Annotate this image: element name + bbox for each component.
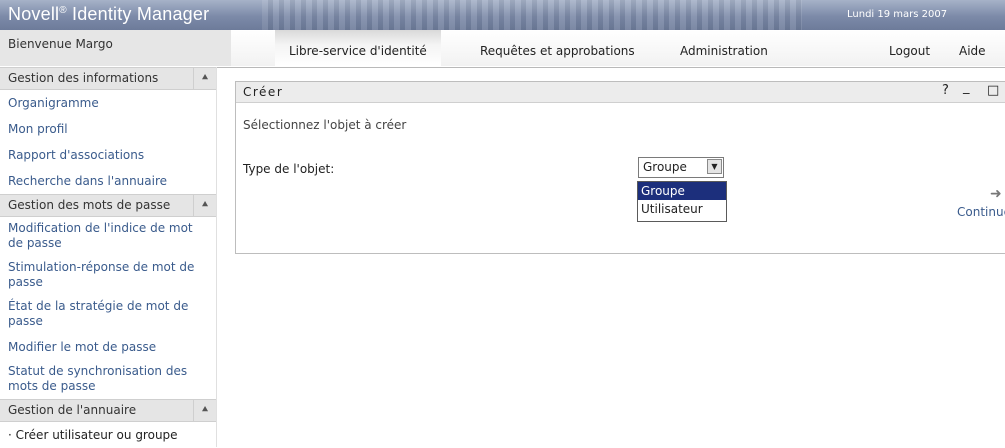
option-utilisateur[interactable]: Utilisateur (638, 200, 726, 218)
welcome-text: Bienvenue Margo (8, 37, 113, 51)
sidebar: Gestion des informations ⯅ Organigramme … (0, 67, 217, 447)
section-header-passwords[interactable]: Gestion des mots de passe ⯅ (0, 194, 216, 217)
help-icon[interactable]: ? (942, 83, 949, 98)
logout-link[interactable]: Logout (889, 44, 930, 58)
sidebar-item-stimulation-reponse[interactable]: Stimulation-réponse de mot de passe (0, 256, 216, 295)
current-date: Lundi 19 mars 2007 (847, 9, 948, 20)
object-type-label: Type de l'objet: (243, 162, 335, 176)
section-header-information[interactable]: Gestion des informations ⯅ (0, 67, 216, 90)
select-value: Groupe (643, 160, 687, 174)
create-panel: Créer ? _ □ Sélectionnez l'objet à créer… (235, 80, 1005, 254)
sidebar-item-modifier-mot-de-passe[interactable]: Modifier le mot de passe (0, 334, 216, 360)
help-link[interactable]: Aide (959, 44, 986, 58)
chevron-down-icon[interactable]: ▼ (707, 159, 722, 174)
sidebar-item-mon-profil[interactable]: Mon profil (0, 116, 216, 142)
top-navigation: Bienvenue Margo Libre-service d'identité… (0, 30, 1005, 68)
maximize-icon[interactable]: □ (987, 83, 999, 98)
sidebar-item-creer-utilisateur-groupe[interactable]: · Créer utilisateur ou groupe (0, 422, 216, 448)
section-title: Gestion des informations (8, 71, 159, 85)
sidebar-item-etat-strategie[interactable]: État de la stratégie de mot de passe (0, 295, 216, 334)
section-header-directory[interactable]: Gestion de l'annuaire ⯅ (0, 399, 216, 422)
object-type-dropdown: Groupe Utilisateur (637, 181, 727, 222)
minimize-icon[interactable]: _ (963, 80, 970, 95)
header-banner: Novell® Identity Manager Lundi 19 mars 2… (0, 0, 1005, 30)
tab-administration[interactable]: Administration (680, 44, 768, 58)
tab-bar: Libre-service d'identité Requêtes et app… (231, 30, 1005, 66)
banner-pattern (262, 0, 802, 30)
product-logo: Novell® Identity Manager (8, 4, 210, 24)
tab-libre-service[interactable]: Libre-service d'identité (275, 30, 441, 66)
object-type-select[interactable]: Groupe ▼ (638, 157, 724, 178)
sidebar-item-organigramme[interactable]: Organigramme (0, 90, 216, 116)
collapse-icon[interactable]: ⯅ (193, 68, 216, 89)
panel-title: Créer (243, 85, 284, 99)
option-groupe[interactable]: Groupe (638, 182, 726, 200)
section-title: Gestion des mots de passe (8, 198, 171, 212)
arrow-right-icon[interactable]: ➜ (990, 186, 1002, 202)
collapse-icon[interactable]: ⯅ (193, 195, 216, 216)
panel-header: Créer ? _ □ (236, 80, 1005, 103)
section-title: Gestion de l'annuaire (8, 403, 137, 417)
sidebar-item-recherche-annuaire[interactable]: Recherche dans l'annuaire (0, 168, 216, 194)
sidebar-item-rapport-associations[interactable]: Rapport d'associations (0, 142, 216, 168)
sidebar-item-indice-mot-de-passe[interactable]: Modification de l'indice de mot de passe (0, 217, 216, 256)
collapse-icon[interactable]: ⯅ (193, 400, 216, 421)
welcome-area: Bienvenue Margo (0, 30, 232, 66)
continue-link[interactable]: Continuer (957, 205, 1005, 219)
tab-requetes-approbations[interactable]: Requêtes et approbations (480, 44, 635, 58)
instruction-text: Sélectionnez l'objet à créer (243, 118, 407, 132)
sidebar-item-statut-synchronisation[interactable]: Statut de synchronisation des mots de pa… (0, 360, 216, 399)
